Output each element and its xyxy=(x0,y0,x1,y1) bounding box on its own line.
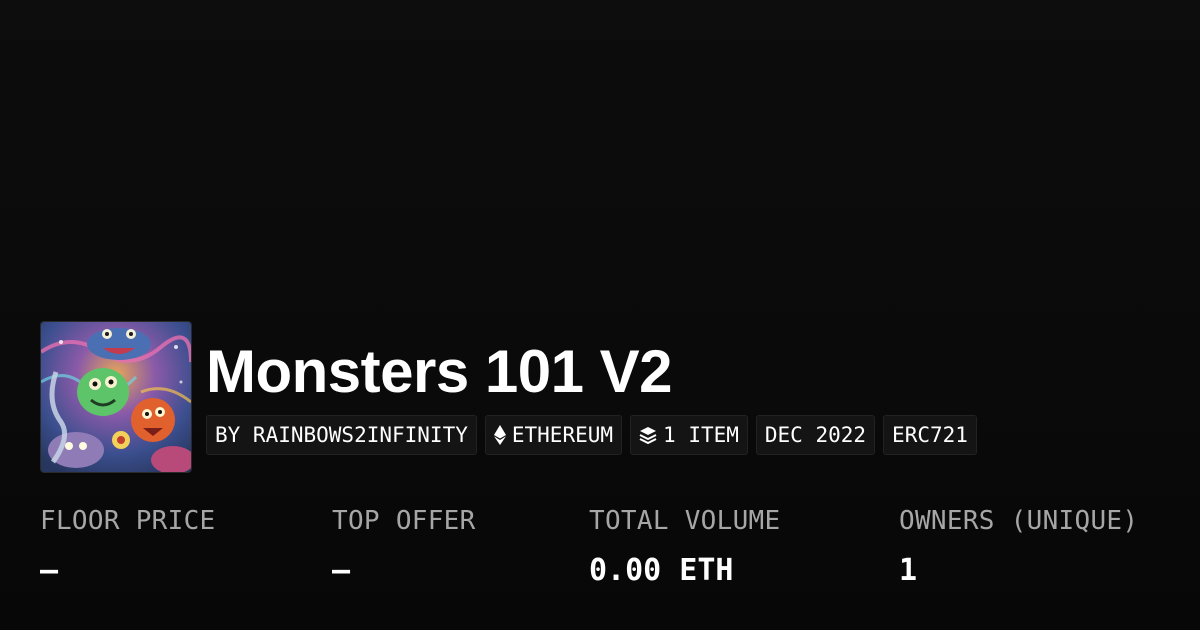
stat-value-owners-unique: 1 xyxy=(899,553,918,588)
creator-label: BY RAINBOWS2INFINITY xyxy=(215,423,468,447)
creator-chip[interactable]: BY RAINBOWS2INFINITY xyxy=(206,415,477,455)
collection-stats: FLOOR PRICE – TOP OFFER – TOTAL VOLUME 0… xyxy=(40,505,1180,605)
stat-label-floor-price: FLOOR PRICE xyxy=(40,506,216,536)
token-standard-chip: ERC721 xyxy=(883,415,977,455)
collection-title: Monsters 101 V2 xyxy=(206,338,673,405)
collection-share-card: Monsters 101 V2 BY RAINBOWS2INFINITY ETH… xyxy=(0,0,1200,630)
stat-label-total-volume: TOTAL VOLUME xyxy=(589,506,781,536)
stat-value-top-offer: – xyxy=(332,553,351,588)
ethereum-icon xyxy=(493,425,506,445)
created-date-label: DEC 2022 xyxy=(764,423,867,447)
stat-value-floor-price: – xyxy=(40,553,59,588)
stat-label-owners-unique: OWNERS (UNIQUE) xyxy=(899,506,1139,536)
items-chip: 1 ITEM xyxy=(630,415,748,455)
stat-top-offer: TOP OFFER – xyxy=(332,505,476,589)
monster-artwork-image xyxy=(41,322,191,472)
chain-chip: ETHEREUM xyxy=(484,415,623,455)
collection-thumbnail[interactable] xyxy=(40,321,192,473)
stat-owners-unique: OWNERS (UNIQUE) 1 xyxy=(899,505,1138,589)
collection-meta-chips: BY RAINBOWS2INFINITY ETHEREUM 1 ITEM DEC… xyxy=(206,415,977,455)
date-chip: DEC 2022 xyxy=(755,415,876,455)
stat-value-total-volume: 0.00 ETH xyxy=(589,553,734,588)
stat-floor-price: FLOOR PRICE – xyxy=(40,505,216,589)
items-count-label: 1 ITEM xyxy=(663,423,739,447)
chain-label: ETHEREUM xyxy=(511,423,614,447)
token-standard-label: ERC721 xyxy=(892,423,968,447)
stat-label-top-offer: TOP OFFER xyxy=(332,506,476,536)
stat-total-volume: TOTAL VOLUME 0.00 ETH xyxy=(589,505,780,589)
layers-icon xyxy=(639,426,657,444)
